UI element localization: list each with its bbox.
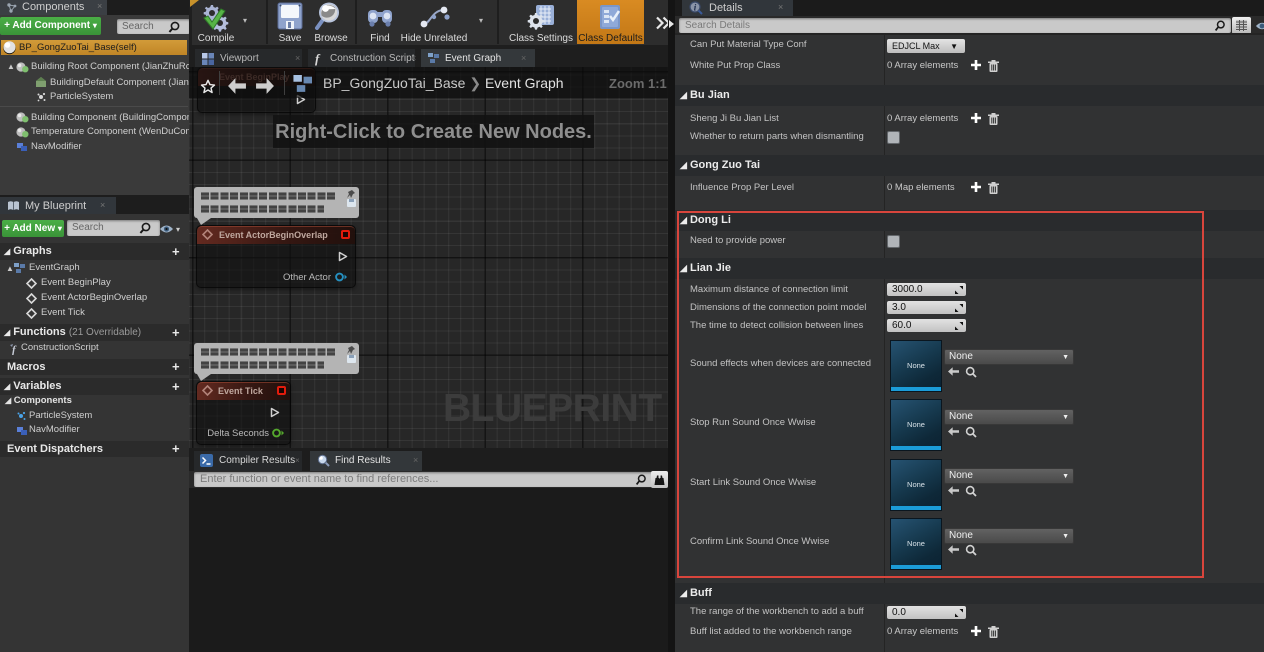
svg-text:f: f bbox=[12, 344, 17, 355]
